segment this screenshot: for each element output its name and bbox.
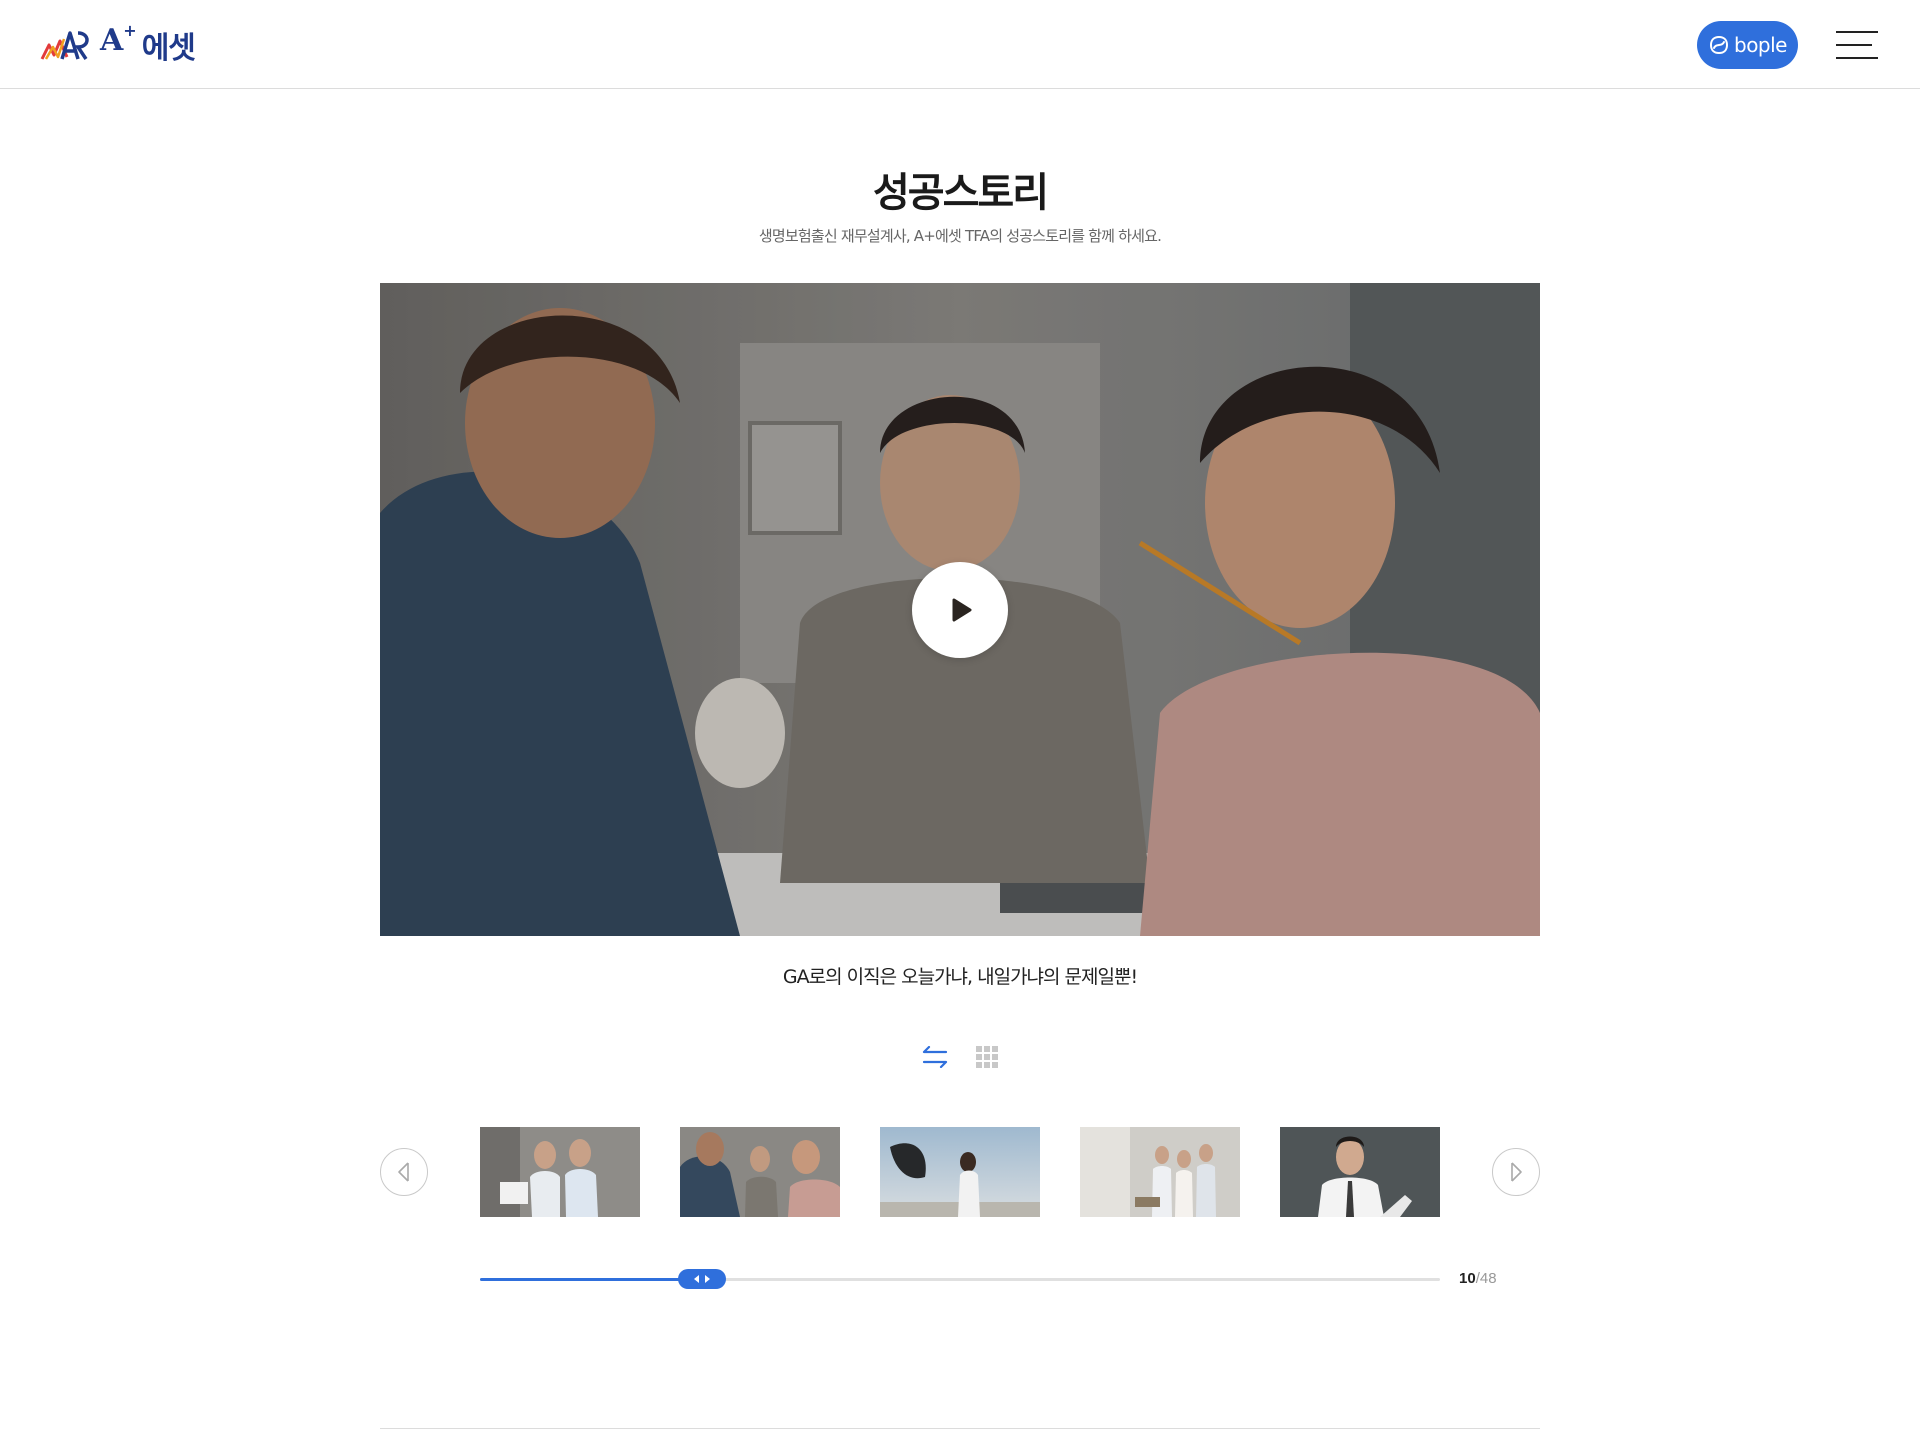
grid-view-toggle[interactable] [972, 1043, 1002, 1071]
businessman-portrait-thumbnail [1280, 1127, 1440, 1217]
slide-view-toggle[interactable] [920, 1043, 950, 1071]
logo-wordmark: A + 에셋 [100, 21, 196, 67]
thumbnail-carousel [380, 1127, 1540, 1217]
arrow-right-icon [1511, 1162, 1522, 1182]
thumbnail[interactable] [1280, 1127, 1440, 1217]
grid-icon [976, 1046, 998, 1068]
next-button[interactable] [1492, 1148, 1540, 1196]
office-meeting-thumbnail [680, 1127, 840, 1217]
play-button[interactable] [912, 562, 1008, 658]
slider-fill [480, 1278, 702, 1281]
logo[interactable]: A + 에셋 [40, 21, 196, 67]
thumbnail[interactable] [480, 1127, 640, 1217]
progress-slider[interactable] [480, 1268, 1440, 1290]
counter-current: 10 [1459, 1270, 1476, 1287]
page-subtitle: 생명보험출신 재무설계사, A+에셋 TFA의 성공스토리를 함께 하세요. [758, 227, 1162, 245]
swap-arrows-icon [922, 1046, 948, 1068]
bople-logo-icon [1709, 35, 1729, 55]
play-icon [952, 598, 972, 622]
video-player[interactable] [380, 283, 1540, 936]
thumbnail[interactable] [1080, 1127, 1240, 1217]
video-caption: GA로의 이직은 오늘가냐, 내일가냐의 문제일뿐! [782, 966, 1138, 988]
thumbnail[interactable] [680, 1127, 840, 1217]
arrow-left-icon [398, 1162, 409, 1182]
menu-line [1836, 44, 1872, 46]
logo-mark-icon [40, 31, 89, 60]
bople-button[interactable]: bople [1697, 21, 1798, 69]
slider-handle[interactable] [677, 1269, 726, 1289]
page-title: 성공스토리 [873, 170, 1049, 216]
counter-total: 48 [1479, 1270, 1497, 1287]
woman-with-jacket-sky-thumbnail [880, 1127, 1040, 1217]
drag-arrows-icon [693, 1275, 710, 1283]
slide-counter: 10/48 [1459, 1268, 1497, 1290]
bople-label: bople [1734, 33, 1788, 57]
team-group-office-thumbnail [1080, 1127, 1240, 1217]
logo-a: A [100, 23, 123, 58]
divider [380, 1428, 1540, 1429]
menu-line [1836, 31, 1878, 33]
view-toggle [920, 1043, 1000, 1071]
thumbnail[interactable] [880, 1127, 1040, 1217]
logo-name: 에셋 [141, 31, 196, 66]
prev-button[interactable] [380, 1148, 428, 1196]
menu-line [1836, 57, 1878, 59]
logo-plus: + [123, 21, 136, 40]
two-businessmen-thumbnail [480, 1127, 640, 1217]
hamburger-icon[interactable] [1836, 31, 1878, 59]
site-header: A + 에셋 bople [0, 0, 1920, 89]
